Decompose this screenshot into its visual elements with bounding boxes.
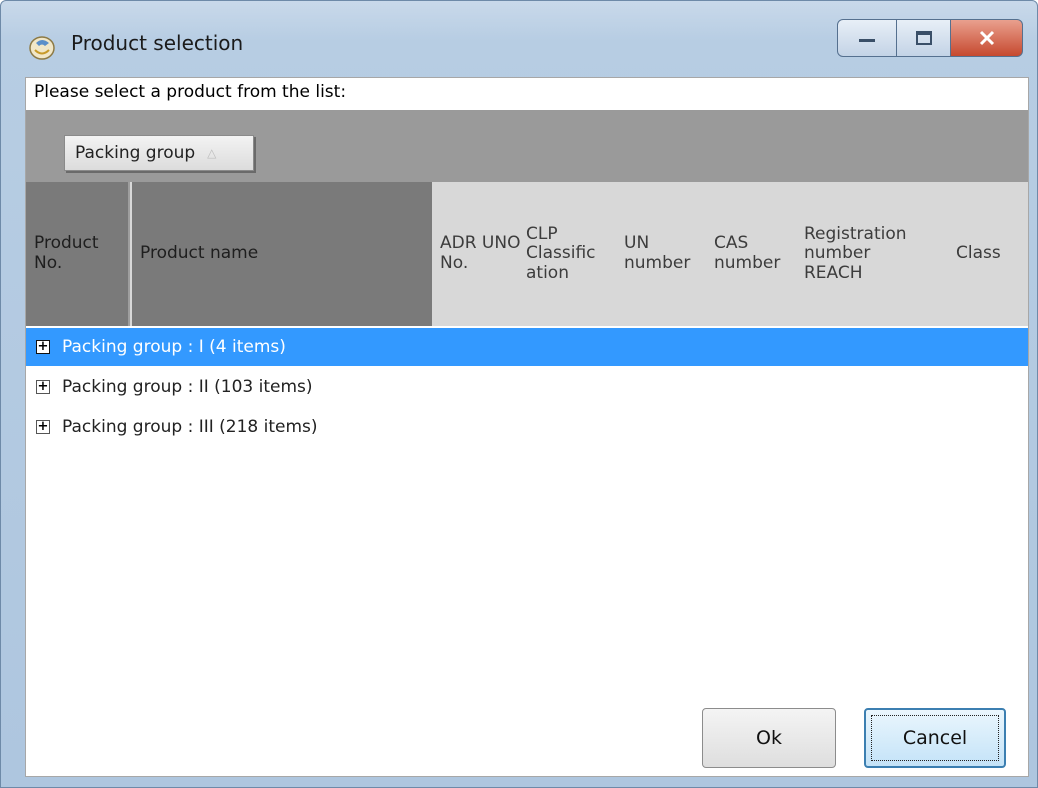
expand-plus-icon[interactable]: + bbox=[36, 340, 50, 354]
minimize-icon bbox=[838, 20, 896, 56]
column-header-cas-number[interactable]: CAS number bbox=[714, 182, 794, 326]
column-header-clp-classification[interactable]: CLP Classific ation bbox=[526, 182, 622, 326]
column-header-registration-number-reach[interactable]: Registration number REACH bbox=[804, 182, 934, 326]
column-header-class[interactable]: Class bbox=[956, 182, 1026, 326]
window-title: Product selection bbox=[71, 31, 244, 55]
focus-rectangle bbox=[871, 715, 999, 761]
group-by-panel[interactable]: Packing group △ bbox=[26, 110, 1028, 182]
maximize-button[interactable] bbox=[897, 19, 951, 57]
grid-header: Product No. Product name ADR UNO No. CLP… bbox=[26, 182, 1028, 326]
expand-plus-icon[interactable]: + bbox=[36, 380, 50, 394]
sort-ascending-icon[interactable]: △ bbox=[207, 146, 216, 160]
group-row-label: Packing group : II (103 items) bbox=[62, 377, 313, 397]
group-by-chip-packing-group[interactable]: Packing group △ bbox=[64, 135, 254, 171]
group-row-label: Packing group : III (218 items) bbox=[62, 417, 318, 437]
ok-button[interactable]: Ok bbox=[702, 708, 836, 768]
column-header-adr-uno-no[interactable]: ADR UNO No. bbox=[440, 182, 530, 326]
group-chip-label: Packing group bbox=[75, 143, 196, 163]
group-row-packing-group-i[interactable]: + Packing group : I (4 items) bbox=[26, 328, 1028, 366]
expand-plus-icon[interactable]: + bbox=[36, 420, 50, 434]
title-bar[interactable]: Product selection bbox=[1, 1, 1037, 83]
dialog-client-area: Please select a product from the list: P… bbox=[25, 77, 1029, 777]
app-icon bbox=[27, 33, 57, 61]
dialog-window: Product selection Please select a produc… bbox=[0, 0, 1038, 788]
instruction-text: Please select a product from the list: bbox=[34, 82, 347, 102]
column-header-product-name[interactable]: Product name bbox=[132, 182, 432, 326]
close-button[interactable] bbox=[951, 19, 1023, 57]
maximize-icon bbox=[897, 20, 950, 56]
column-header-un-number[interactable]: UN number bbox=[624, 182, 712, 326]
column-header-product-no[interactable]: Product No. bbox=[26, 182, 130, 326]
group-row-packing-group-ii[interactable]: + Packing group : II (103 items) bbox=[26, 368, 1028, 406]
group-row-label: Packing group : I (4 items) bbox=[62, 337, 286, 357]
close-icon bbox=[951, 20, 1022, 56]
cancel-button[interactable]: Cancel bbox=[864, 708, 1006, 768]
group-row-packing-group-iii[interactable]: + Packing group : III (218 items) bbox=[26, 408, 1028, 446]
minimize-button[interactable] bbox=[837, 19, 897, 57]
